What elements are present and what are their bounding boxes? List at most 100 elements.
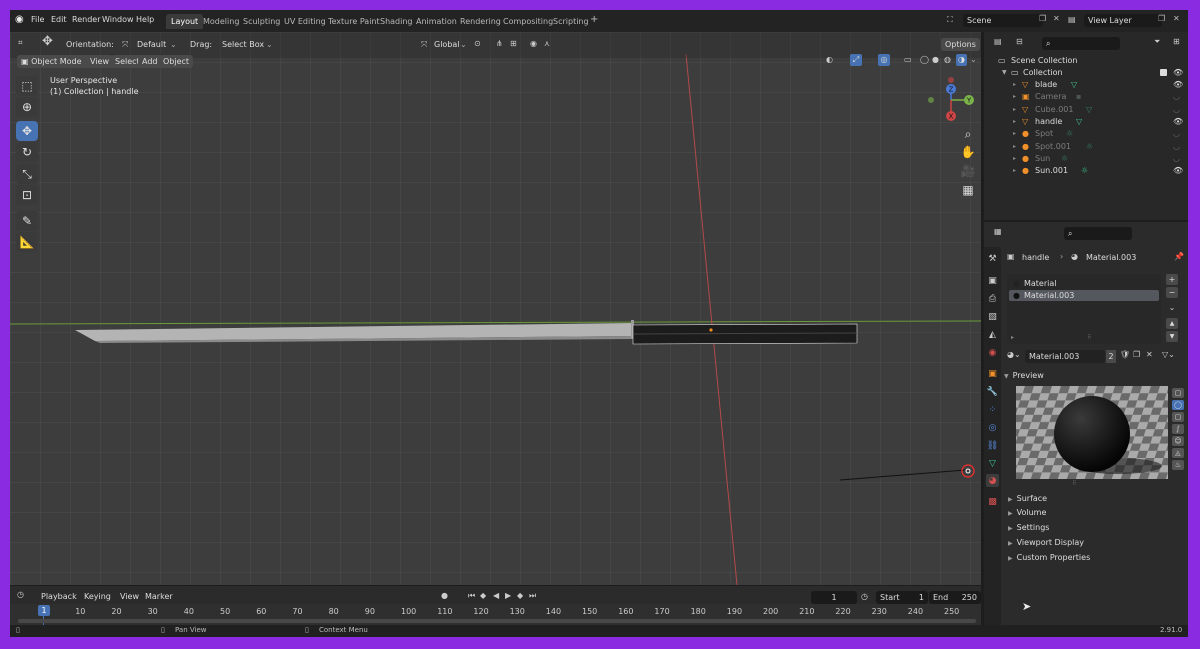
particles-tab-icon[interactable]: ⁘ <box>986 403 999 416</box>
transform-tool[interactable]: ⊡ <box>16 185 38 205</box>
pan-hand-icon[interactable]: ✋ <box>958 142 978 162</box>
remove-slot-button[interactable]: − <box>1166 287 1178 298</box>
menu-playback[interactable]: Playback <box>41 592 77 601</box>
preview-cube-icon[interactable]: ▢ <box>1172 412 1184 422</box>
menu-add[interactable]: Add <box>138 55 162 68</box>
timeline-editor[interactable]: ◷ Playback Keying View Marker ● ⏮ ◆ ◀ ▶ … <box>10 586 981 625</box>
menu-view[interactable]: View <box>120 592 139 601</box>
drag-dropdown[interactable]: Select Box <box>222 40 264 49</box>
outliner-item-blade[interactable]: ▸ ▽ blade ▽ 👁 <box>984 79 1188 91</box>
clock-icon[interactable]: ◷ <box>17 590 24 599</box>
menu-render[interactable]: Render <box>72 15 100 24</box>
viewport-display-panel-header[interactable]: ▶ Viewport Display <box>1008 536 1084 549</box>
light-data-icon[interactable]: ☼ <box>1066 128 1073 140</box>
light-data-icon[interactable]: ☼ <box>1061 153 1068 165</box>
add-slot-button[interactable]: + <box>1166 274 1178 285</box>
chevron-down-icon[interactable]: ⌄ <box>970 55 977 64</box>
output-tab-icon[interactable]: ⎙ <box>986 292 999 305</box>
user-count-button[interactable]: 2 <box>1106 350 1116 363</box>
gizmo-toggle-icon[interactable]: ⤢ <box>850 54 862 66</box>
duplicate-icon[interactable]: ❐ <box>1133 350 1140 359</box>
timeline-scrollbar[interactable] <box>18 619 976 623</box>
playhead[interactable]: 1 <box>38 605 50 616</box>
tab-scripting[interactable]: Scripting <box>548 14 594 29</box>
resize-handle-icon[interactable]: ⠿ <box>1087 334 1091 341</box>
pin-icon[interactable]: 📌 <box>1174 252 1184 261</box>
preview-monkey-icon[interactable]: ☺ <box>1172 436 1184 446</box>
outliner-editor-icon[interactable]: ▤ <box>994 37 1002 46</box>
outliner-item-sun-001[interactable]: ▸ ● Sun.001 ☼ 👁 <box>984 165 1188 177</box>
display-mode-icon[interactable]: ⊟ <box>1016 37 1023 46</box>
expand-icon[interactable]: ▸ <box>1013 165 1016 177</box>
expand-icon[interactable]: ▸ <box>1013 104 1016 116</box>
object-tab-icon[interactable]: ▣ <box>986 367 999 380</box>
surface-panel-header[interactable]: ▶ Surface <box>1008 492 1047 505</box>
material-slot-1[interactable]: ● Material.003 <box>1009 290 1159 301</box>
outliner-search-input[interactable]: ⌕ <box>1042 37 1120 50</box>
eye-icon[interactable]: 👁 <box>1173 116 1183 128</box>
mesh-data-icon[interactable]: ▽ <box>1071 79 1077 91</box>
modifier-tab-icon[interactable]: 🔧 <box>986 385 999 398</box>
navigation-gizmo[interactable]: Z Y X <box>925 76 975 126</box>
menu-object[interactable]: Object <box>159 55 194 68</box>
preview-hair-icon[interactable]: ∫ <box>1172 424 1184 434</box>
camera-data-icon[interactable]: ▪ <box>1076 91 1081 103</box>
browse-slot-icon[interactable]: ▽⌄ <box>1162 350 1175 359</box>
outliner-item-sun[interactable]: ▸ ● Sun ☼ ◡ <box>984 153 1188 165</box>
properties-search-input[interactable]: ⌕ <box>1064 227 1132 240</box>
scene-close-icon[interactable]: ✕ <box>1053 14 1060 23</box>
prev-keyframe-icon[interactable]: ◆ <box>480 591 486 600</box>
light-data-icon[interactable]: ☼ <box>1081 165 1088 177</box>
material-browse-icon[interactable]: ◕⌄ <box>1007 350 1021 359</box>
current-frame-field[interactable]: 1 <box>811 591 857 604</box>
eye-closed-icon[interactable]: ◡ <box>1173 141 1180 153</box>
transform-orientation-dropdown[interactable]: Global <box>434 40 460 49</box>
preview-sphere-icon[interactable]: ◯ <box>1172 400 1184 410</box>
blender-logo-icon[interactable]: ◉ <box>15 14 24 25</box>
mesh-data-icon[interactable]: ▽ <box>1076 116 1082 128</box>
eye-closed-icon[interactable]: ◡ <box>1173 153 1180 165</box>
object-mode-dropdown[interactable]: ▣ Object Mode <box>17 55 89 68</box>
scale-tool[interactable]: ⤡ <box>16 164 38 184</box>
add-workspace-button[interactable]: + <box>590 14 598 25</box>
solid-shading-icon[interactable]: ● <box>932 55 939 64</box>
exclude-checkbox[interactable] <box>1160 69 1167 76</box>
eye-closed-icon[interactable]: ◡ <box>1173 91 1180 103</box>
preview-resize-handle[interactable]: ⠿ <box>1072 480 1076 487</box>
custom-properties-panel-header[interactable]: ▶ Custom Properties <box>1008 551 1090 564</box>
next-keyframe-icon[interactable]: ◆ <box>517 591 523 600</box>
expand-icon[interactable]: ▸ <box>1013 91 1016 103</box>
view-layer-copy-icon[interactable]: ❐ <box>1158 14 1165 23</box>
data-tab-icon[interactable]: ▽ <box>986 457 999 470</box>
mesh-data-icon[interactable]: ▽ <box>1086 104 1092 116</box>
expand-icon[interactable]: ▸ <box>1013 128 1016 140</box>
scene-copy-icon[interactable]: ❐ <box>1039 14 1046 23</box>
annotate-tool[interactable]: ✎ <box>16 211 38 231</box>
options-dropdown[interactable]: Options <box>941 38 980 51</box>
eye-icon[interactable]: 👁 <box>1173 79 1183 91</box>
outliner-item-spot-001[interactable]: ▸ ● Spot.001 ☼ ◡ <box>984 141 1188 153</box>
preview-flat-icon[interactable]: ▢ <box>1172 388 1184 398</box>
scene-tab-icon[interactable]: ◭ <box>986 328 999 341</box>
camera-view-icon[interactable]: 🎥 <box>958 161 978 181</box>
eye-closed-icon[interactable]: ◡ <box>1173 104 1180 116</box>
outliner-root-row[interactable]: ▭ Scene Collection <box>984 55 1188 67</box>
preview-world-icon[interactable]: ◬ <box>1172 448 1184 458</box>
expand-icon[interactable]: ▸ <box>1013 153 1016 165</box>
menu-marker[interactable]: Marker <box>145 592 173 601</box>
fake-user-icon[interactable]: 🛡 <box>1120 350 1130 359</box>
overlay-toggle-icon[interactable]: ◎ <box>878 54 890 66</box>
editor-type-icon[interactable]: ⌗ <box>18 38 23 48</box>
view-layer-close-icon[interactable]: ✕ <box>1173 14 1180 23</box>
menu-edit[interactable]: Edit <box>51 15 67 24</box>
material-shading-icon[interactable]: ◍ <box>944 55 951 64</box>
record-icon[interactable]: ● <box>441 591 448 600</box>
texture-tab-icon[interactable]: ▩ <box>986 495 999 508</box>
select-box-tool[interactable]: ⬚ <box>16 76 38 96</box>
outliner-item-cube-001[interactable]: ▸ ▽ Cube.001 ▽ ◡ <box>984 104 1188 116</box>
start-frame-field[interactable]: Start 1 <box>876 591 928 604</box>
scene-field[interactable]: Scene <box>963 14 1043 27</box>
proportional-edit-icon[interactable]: ◉ <box>530 39 537 48</box>
snap-target-icon[interactable]: ⊞ <box>510 39 517 48</box>
zoom-icon[interactable]: ⌕ <box>958 124 978 144</box>
